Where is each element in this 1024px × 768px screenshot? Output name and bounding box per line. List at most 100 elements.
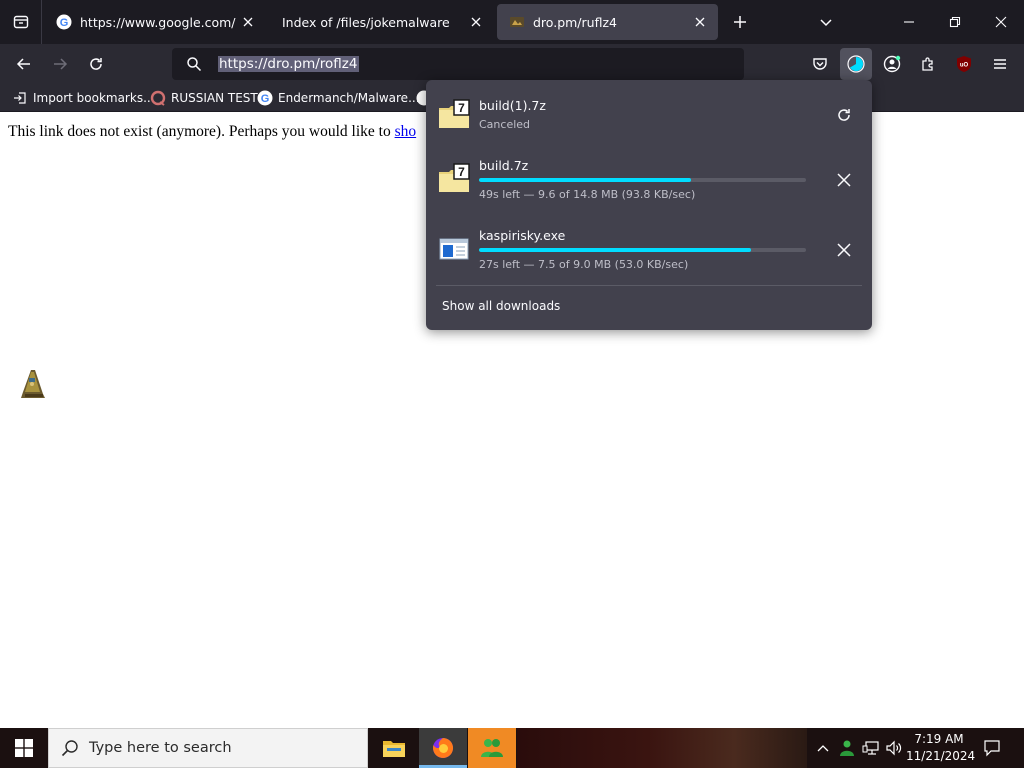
downloads-panel: 7 build(1).7z Canceled 7 build.7z 49s le… [426,80,872,330]
svg-text:7: 7 [458,165,465,179]
downloads-button[interactable] [840,48,872,80]
clock-time: 7:19 AM [914,732,964,746]
tray-app-icon[interactable] [836,728,858,768]
download-progress-fill [479,178,692,182]
folder-icon [383,741,405,757]
restore-icon [949,16,961,28]
download-filename: build(1).7z [479,98,546,113]
green-people-icon [481,739,503,757]
cancel-download-button[interactable] [830,166,858,194]
windows-logo-icon [15,739,33,757]
close-tab-icon[interactable] [688,10,712,34]
taskbar-clock[interactable]: 7:19 AM 11/21/2024 [906,731,975,765]
ublock-button[interactable]: uO [948,48,980,80]
page-link[interactable]: sho [395,123,417,140]
tab-dro-pm[interactable]: dro.pm/ruflz4 [497,4,718,40]
download-progress-bar [479,248,806,252]
show-hidden-icons-button[interactable] [813,728,833,768]
tab-title: dro.pm/ruflz4 [533,14,617,30]
extensions-button[interactable] [912,48,944,80]
list-all-tabs-button[interactable] [812,8,840,36]
volume-tray-button[interactable] [883,728,905,768]
bookmark-import[interactable]: Import bookmarks... [12,89,155,107]
cancel-download-button[interactable] [830,236,858,264]
download-item[interactable]: 7 build.7z 49s left — 9.6 of 14.8 MB (93… [426,148,872,212]
show-all-downloads-link[interactable]: Show all downloads [442,299,560,313]
action-center-button[interactable] [978,728,1006,768]
google-icon: G [257,90,273,106]
download-status: 27s left — 7.5 of 9.0 MB (53.0 KB/sec) [479,258,689,271]
dro-pm-icon [509,14,525,30]
download-item[interactable]: 7 build(1).7z Canceled [426,82,872,146]
navigation-toolbar: https://dro.pm/roflz4 uO [0,44,1024,84]
tab-title: https://www.google.com/searc [80,14,236,30]
download-status: Canceled [479,118,531,131]
bookmark-endermanch-malware[interactable]: G Endermanch/Malware... [257,89,420,107]
chevron-up-icon [817,745,829,752]
network-tray-button[interactable] [860,728,882,768]
svg-text:G: G [261,93,270,105]
search-icon [186,56,202,77]
taskbar-background [517,728,807,768]
forward-button[interactable] [44,48,76,80]
chevron-down-icon [820,19,832,27]
pocket-button[interactable] [804,48,836,80]
download-progress-bar [479,178,806,182]
pocket-icon [813,58,827,70]
bookmark-russian-test[interactable]: RUSSIAN TEST [150,89,258,107]
close-icon [837,173,851,187]
reload-button[interactable] [80,48,112,80]
account-button[interactable] [876,48,908,80]
green-people-icon [840,740,854,756]
close-icon [995,16,1007,28]
svg-text:uO: uO [960,63,969,69]
panel-divider [436,285,862,286]
pixel-sprite-image [19,368,47,405]
firefox-view-icon [13,15,28,29]
arrow-left-icon [16,58,30,70]
close-tab-icon[interactable] [464,10,488,34]
windows-taskbar: Type here to search 7:19 AM 11/21/2024 [0,728,1024,768]
minimize-icon [904,21,914,23]
download-progress-fill [479,248,752,252]
svg-text:7: 7 [458,101,465,115]
speaker-icon [886,740,902,756]
retry-icon [838,109,850,121]
taskbar-search-box[interactable]: Type here to search [48,728,368,768]
russian-test-icon [150,90,166,106]
7zip-archive-icon: 7 [438,98,470,130]
tab-title: Index of /files/jokemalware [282,14,450,30]
minimize-button[interactable] [895,8,923,36]
bookmark-label: RUSSIAN TEST [171,91,258,105]
tab-strip: G https://www.google.com/searc Index of … [0,0,1024,44]
page-message: This link does not exist (anymore). Perh… [8,123,416,141]
taskbar-firefox[interactable] [419,728,467,768]
taskbar-file-explorer[interactable] [370,728,418,768]
arrow-right-icon [54,58,68,70]
close-icon [837,243,851,257]
restore-button[interactable] [941,8,969,36]
download-progress-icon [847,55,865,73]
7zip-archive-icon: 7 [438,162,470,194]
bookmark-label: Endermanch/Malware... [278,91,420,105]
download-item[interactable]: kaspirisky.exe 27s left — 7.5 of 9.0 MB … [426,218,872,282]
app-menu-button[interactable] [984,48,1016,80]
back-button[interactable] [8,48,40,80]
ublock-origin-icon: uO [957,56,971,72]
url-bar[interactable]: https://dro.pm/roflz4 [172,48,744,80]
url-text[interactable]: https://dro.pm/roflz4 [218,56,359,72]
tab-index-jokemalware[interactable]: Index of /files/jokemalware [270,4,494,40]
page-message-text: This link does not exist (anymore). Perh… [8,123,395,140]
download-filename: kaspirisky.exe [479,228,566,243]
puzzle-icon [922,57,933,71]
retry-download-button[interactable] [830,101,858,129]
new-tab-button[interactable] [726,8,754,36]
tab-google-search[interactable]: G https://www.google.com/searc [44,4,266,40]
firefox-view-button[interactable] [0,0,42,44]
close-window-button[interactable] [987,8,1015,36]
start-button[interactable] [0,728,48,768]
svg-text:G: G [60,17,69,29]
close-tab-icon[interactable] [236,10,260,34]
taskbar-app-green[interactable] [468,728,516,768]
firefox-icon [433,737,454,758]
